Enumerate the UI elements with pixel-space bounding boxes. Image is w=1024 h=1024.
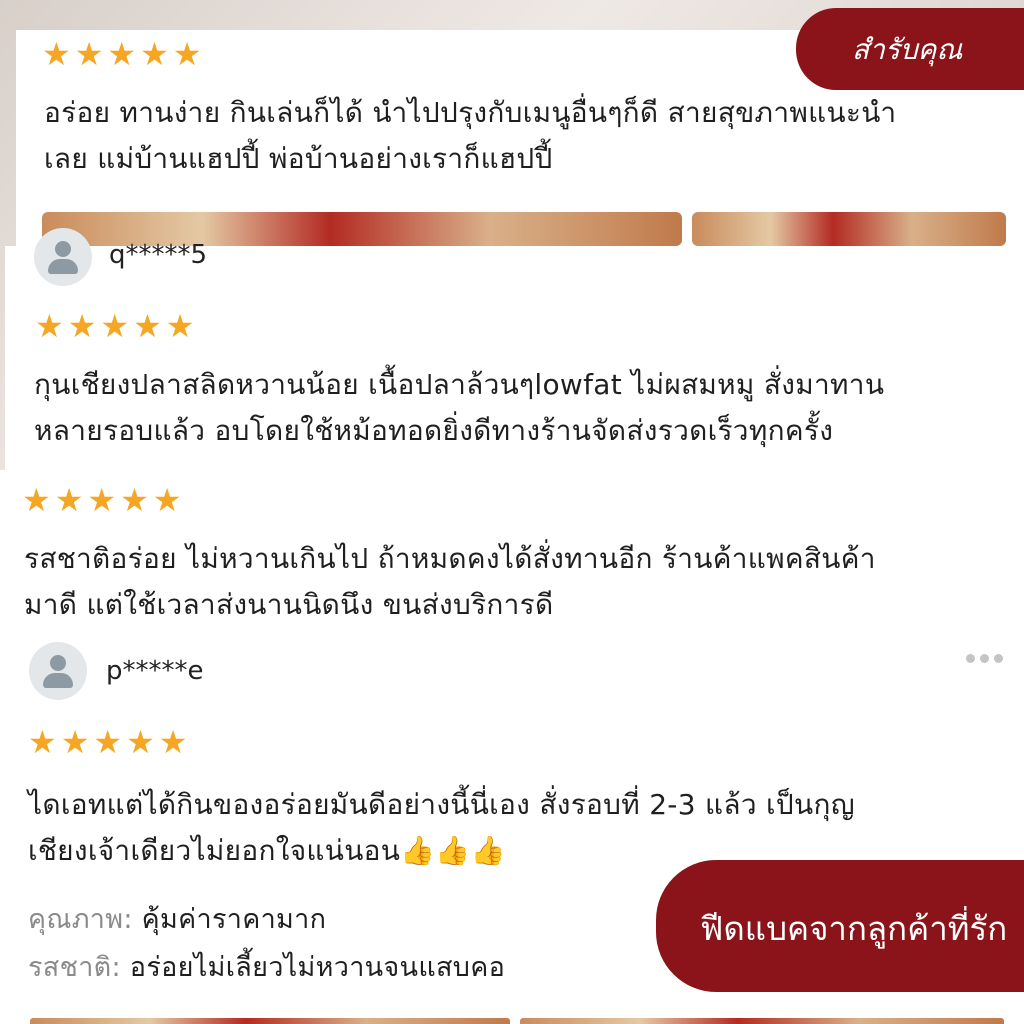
rating-stars: ★ ★ ★ ★ ★ bbox=[28, 726, 187, 758]
attribute-row: รสชาติ: อร่อยไม่เลี้ยวไม่หวานจนแสบคอ bbox=[28, 944, 505, 992]
star-icon: ★ bbox=[22, 481, 51, 519]
review-line: เลย แม่บ้านแฮปปี้ พ่อบ้านอย่างเราก็แฮปปี… bbox=[44, 142, 553, 175]
reviewer-username[interactable]: p*****e bbox=[106, 656, 204, 686]
star-icon: ★ bbox=[120, 481, 149, 519]
review-photo[interactable] bbox=[520, 1018, 1004, 1024]
reviewer-username[interactable]: q*****5 bbox=[109, 240, 207, 270]
rating-stars: ★ ★ ★ ★ ★ bbox=[42, 38, 201, 70]
star-icon: ★ bbox=[42, 35, 71, 73]
attribute-value: คุ้มค่าราคามาก bbox=[141, 904, 327, 935]
review-line: มาดี แต่ใช้เวลาส่งนานนิดนึง ขนส่งบริการด… bbox=[24, 588, 554, 621]
star-icon: ★ bbox=[126, 723, 155, 761]
review-text: อร่อย ทานง่าย กินเล่นก็ได้ นำไปปรุงกับเม… bbox=[44, 90, 896, 182]
star-icon: ★ bbox=[140, 35, 169, 73]
star-icon: ★ bbox=[165, 307, 195, 345]
attribute-value: อร่อยไม่เลี้ยวไม่หวานจนแสบคอ bbox=[129, 952, 506, 983]
review-photo[interactable] bbox=[30, 1018, 510, 1024]
star-icon: ★ bbox=[87, 481, 117, 519]
review-line: รสชาติอร่อย ไม่หวานเกินไป ถ้าหมดคงได้สั่… bbox=[24, 542, 876, 575]
star-icon: ★ bbox=[67, 307, 97, 345]
attribute-label: คุณภาพ: bbox=[28, 904, 133, 935]
star-icon: ★ bbox=[60, 723, 90, 761]
review-photo[interactable] bbox=[692, 212, 1006, 246]
review-text: รสชาติอร่อย ไม่หวานเกินไป ถ้าหมดคงได้สั่… bbox=[24, 536, 876, 628]
review-text: กุนเชียงปลาสลิดหวานน้อย เนื้อปลาล้วนๆlow… bbox=[34, 362, 884, 454]
star-icon: ★ bbox=[158, 723, 188, 761]
brand-logo: สำรับคุณ bbox=[852, 33, 963, 66]
rating-stars: ★ ★ ★ ★ ★ bbox=[35, 310, 194, 342]
review-line: อร่อย ทานง่าย กินเล่นก็ได้ นำไปปรุงกับเม… bbox=[44, 96, 897, 129]
review-line: หลายรอบแล้ว อบโดยใช้หม้อทอดยิ่งดีทางร้าน… bbox=[34, 414, 834, 447]
star-icon: ★ bbox=[152, 481, 182, 519]
more-dots-icon[interactable] bbox=[966, 654, 1003, 663]
star-icon: ★ bbox=[35, 307, 64, 345]
feedback-banner-text: ฟีดแบคจากลูกค้าที่รัก bbox=[700, 909, 1008, 948]
star-icon: ★ bbox=[74, 35, 104, 73]
star-icon: ★ bbox=[54, 481, 84, 519]
review-card-3: ★ ★ ★ ★ ★ รสชาติอร่อย ไม่หวานเกินไป ถ้าห… bbox=[0, 470, 1024, 630]
review-line: กุนเชียงปลาสลิดหวานน้อย เนื้อปลาล้วนๆlow… bbox=[34, 368, 885, 401]
rating-stars: ★ ★ ★ ★ ★ bbox=[22, 484, 181, 516]
star-icon: ★ bbox=[133, 307, 162, 345]
user-avatar-icon[interactable] bbox=[29, 642, 87, 700]
user-avatar-icon[interactable] bbox=[34, 228, 92, 286]
review-attributes: คุณภาพ: คุ้มค่าราคามาก รสชาติ: อร่อยไม่เ… bbox=[28, 896, 505, 992]
star-icon: ★ bbox=[107, 35, 137, 73]
review-card-2: q*****5 ★ ★ ★ ★ ★ กุนเชียงปลาสลิดหวานน้อ… bbox=[5, 228, 1024, 470]
attribute-row: คุณภาพ: คุ้มค่าราคามาก bbox=[28, 896, 505, 944]
attribute-label: รสชาติ: bbox=[28, 952, 121, 983]
star-icon: ★ bbox=[172, 35, 202, 73]
star-icon: ★ bbox=[93, 723, 123, 761]
star-icon: ★ bbox=[28, 723, 57, 761]
star-icon: ★ bbox=[100, 307, 130, 345]
review-line: ไดเอทแต่ได้กินของอร่อยมันดีอย่างนี้นี่เอ… bbox=[28, 788, 855, 821]
